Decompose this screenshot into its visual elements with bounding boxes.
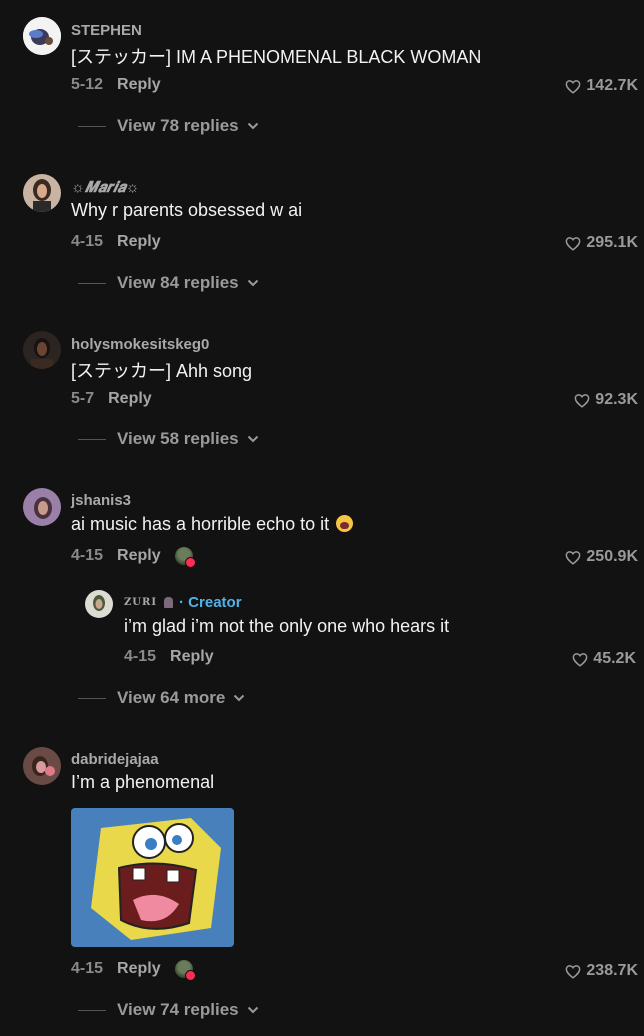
creator-label: · Creator [179, 594, 242, 611]
avatar-image [23, 747, 61, 785]
like-count: 250.9K [586, 548, 638, 565]
view-replies-button[interactable]: View 74 replies [78, 1000, 259, 1020]
comment-meta: 5-7 Reply [71, 390, 152, 408]
comment-username[interactable]: ☼𝑴𝒂𝒓𝒊𝒂☼ [71, 179, 139, 196]
comment-date: 5-7 [71, 390, 95, 407]
reply-button[interactable]: Reply [108, 390, 152, 408]
view-replies-label: View 78 replies [117, 116, 239, 135]
like-button[interactable]: 45.2K [572, 650, 636, 668]
like-count: 142.7K [586, 77, 638, 94]
reply-button[interactable]: Reply [170, 648, 214, 666]
chevron-down-icon [247, 435, 258, 443]
avatar[interactable] [23, 488, 61, 526]
reply-button[interactable]: Reply [117, 233, 161, 251]
comment-text: ai music has a horrible echo to it [71, 514, 354, 535]
like-count: 295.1K [586, 234, 638, 251]
comment-date: 4-15 [71, 547, 104, 564]
creator-liked-avatar-icon [174, 960, 196, 981]
like-count: 45.2K [593, 650, 636, 667]
reply-username[interactable]: ZURI [124, 597, 157, 608]
avatar-image [23, 17, 61, 55]
comment-username[interactable]: holysmokesitskeg0 [71, 336, 209, 353]
avatar-image [23, 488, 61, 526]
view-replies-label: View 58 replies [117, 429, 239, 448]
creator-liked-avatar-icon [174, 547, 196, 568]
comment-meta: 4-15 Reply [71, 960, 196, 981]
sticker-gif-image[interactable] [71, 808, 234, 947]
comment-meta: 5-12 Reply [71, 76, 161, 94]
ghost-emoji-icon [164, 597, 174, 608]
comment-meta: 4-15 Reply [71, 233, 161, 251]
reply-avatar[interactable] [85, 590, 113, 618]
avatar[interactable] [23, 17, 61, 55]
heart-outline-icon [572, 652, 588, 667]
divider-line [78, 697, 106, 699]
reply-date: 4-15 [124, 648, 157, 665]
comment-text: [ステッカー] Ahh song [71, 361, 253, 381]
comment-username[interactable]: dabridejajaa [71, 751, 159, 768]
comment-text: [ステッカー] IM A PHENOMENAL BLACK WOMAN [71, 47, 482, 67]
avatar[interactable] [23, 174, 61, 212]
avatar-image [23, 174, 61, 212]
gif-illustration [71, 808, 234, 947]
reply-button[interactable]: Reply [117, 76, 161, 94]
heart-outline-icon [566, 964, 581, 979]
reply-text: i’m glad i’m not the only one who hears … [124, 616, 450, 636]
comment-date: 4-15 [71, 233, 104, 250]
view-replies-button[interactable]: View 84 replies [78, 273, 259, 293]
comment-username[interactable]: jshanis3 [71, 492, 131, 509]
comment-username[interactable]: STEPHEN [71, 22, 142, 39]
avatar[interactable] [23, 747, 61, 785]
like-button[interactable]: 92.3K [574, 391, 638, 409]
chevron-down-icon [247, 279, 258, 287]
view-replies-label: View 84 replies [117, 273, 239, 292]
comment-text: Why r parents obsessed w ai [71, 200, 303, 220]
avatar-image [23, 331, 61, 369]
comment-date: 5-12 [71, 76, 104, 93]
view-replies-button[interactable]: View 58 replies [78, 429, 259, 449]
reply-username-row: ZURI · Creator [124, 594, 242, 611]
reply-button[interactable]: Reply [117, 547, 161, 565]
like-button[interactable]: 142.7K [565, 77, 638, 95]
comment-text: I’m a phenomenal [71, 772, 215, 792]
chevron-down-icon [247, 122, 258, 130]
comment-date: 4-15 [71, 960, 104, 977]
divider-line [78, 438, 106, 440]
divider-line [78, 1009, 106, 1011]
comment-meta: 4-15 Reply [71, 547, 196, 568]
like-button[interactable]: 238.7K [565, 962, 638, 980]
comment-text-content: ai music has a horrible echo to it [71, 514, 330, 534]
heart-outline-icon [566, 79, 581, 94]
view-more-label: View 64 more [117, 688, 226, 707]
chevron-down-icon [247, 1006, 258, 1014]
like-button[interactable]: 250.9K [565, 548, 638, 566]
screaming-face-icon [336, 515, 354, 532]
view-replies-button[interactable]: View 78 replies [78, 116, 259, 136]
view-replies-label: View 74 replies [117, 1000, 239, 1019]
view-more-button[interactable]: View 64 more [78, 688, 245, 708]
heart-outline-icon [566, 236, 581, 251]
avatar-image [85, 590, 113, 618]
divider-line [78, 125, 106, 127]
like-count: 238.7K [586, 962, 638, 979]
heart-outline-icon [566, 550, 581, 565]
divider-line [78, 282, 106, 284]
like-button[interactable]: 295.1K [565, 234, 638, 252]
like-count: 92.3K [595, 391, 638, 408]
avatar[interactable] [23, 331, 61, 369]
reply-meta: 4-15 Reply [124, 648, 214, 666]
chevron-down-icon [234, 694, 245, 702]
heart-outline-icon [574, 393, 590, 408]
reply-button[interactable]: Reply [117, 960, 161, 978]
